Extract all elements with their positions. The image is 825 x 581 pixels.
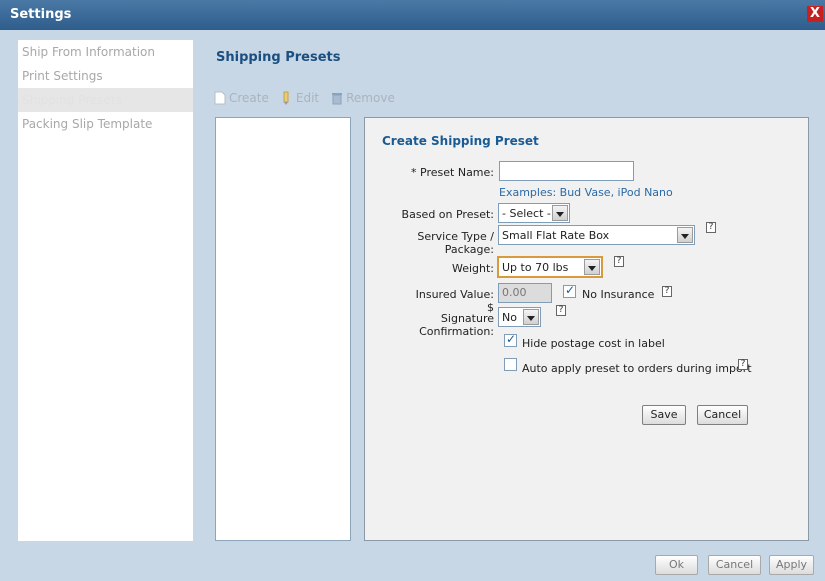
hide-postage-checkbox[interactable] — [504, 332, 517, 347]
form-cancel-button[interactable]: Cancel — [697, 405, 748, 425]
settings-sidebar: Ship From Information Print Settings Shi… — [18, 40, 193, 541]
close-icon[interactable]: X — [807, 6, 823, 22]
presets-list[interactable] — [215, 117, 351, 541]
pencil-icon — [283, 91, 289, 105]
preset-name-label: * Preset Name: — [400, 166, 494, 179]
remove-button[interactable]: Remove — [331, 90, 395, 106]
service-type-select[interactable]: Small Flat Rate Box — [498, 225, 695, 245]
sidebar-item-packing-slip[interactable]: Packing Slip Template — [18, 112, 193, 136]
hide-postage-label: Hide postage cost in label — [522, 337, 665, 350]
help-icon[interactable]: ? — [662, 286, 672, 297]
chevron-down-icon — [552, 205, 568, 221]
help-icon[interactable]: ? — [738, 359, 748, 370]
service-type-label: Service Type / Package: — [417, 230, 494, 256]
insured-value-label: Insured Value: $ — [415, 288, 494, 314]
chevron-down-icon — [584, 259, 600, 275]
remove-label: Remove — [346, 91, 395, 105]
weight-value: Up to 70 lbs — [502, 261, 569, 274]
create-label: Create — [229, 91, 269, 105]
based-on-value: - Select - — [502, 207, 551, 220]
sidebar-item-shipping-presets[interactable]: Shipping Presets — [18, 88, 193, 112]
service-type-value: Small Flat Rate Box — [502, 229, 610, 242]
form-title: Create Shipping Preset — [382, 134, 539, 148]
page-title: Shipping Presets — [216, 50, 341, 65]
signature-label: Signature Confirmation: — [419, 312, 494, 338]
sidebar-item-print-settings[interactable]: Print Settings — [18, 64, 193, 88]
trash-icon — [332, 93, 343, 105]
auto-apply-label: Auto apply preset to orders during impor… — [522, 362, 752, 375]
help-icon[interactable]: ? — [556, 305, 566, 316]
preset-name-label-text: * Preset Name: — [411, 166, 494, 179]
help-icon[interactable]: ? — [614, 256, 624, 267]
no-insurance-checkbox[interactable] — [563, 283, 576, 298]
window-title: Settings — [10, 7, 72, 22]
auto-apply-checkbox[interactable] — [504, 358, 517, 371]
chevron-down-icon — [677, 227, 693, 243]
weight-select[interactable]: Up to 70 lbs — [497, 256, 603, 278]
presets-toolbar: Create Edit Remove — [214, 90, 407, 106]
based-on-label: Based on Preset: — [401, 208, 494, 221]
preset-name-input[interactable] — [499, 161, 634, 181]
preset-name-hint: Examples: Bud Vase, iPod Nano — [499, 186, 673, 199]
save-button[interactable]: Save — [642, 405, 686, 425]
edit-label: Edit — [295, 91, 320, 105]
signature-select[interactable]: No — [498, 307, 541, 327]
signature-value: No — [502, 311, 517, 324]
help-icon[interactable]: ? — [706, 222, 716, 233]
dialog-cancel-button[interactable]: Cancel — [708, 555, 761, 575]
weight-label: Weight: — [451, 262, 494, 275]
no-insurance-label: No Insurance — [582, 288, 655, 301]
ok-button[interactable]: Ok — [655, 555, 698, 575]
window-titlebar: Settings X — [0, 0, 825, 30]
create-button[interactable]: Create — [214, 90, 269, 106]
chevron-down-icon — [523, 309, 539, 325]
sidebar-item-ship-from[interactable]: Ship From Information — [18, 40, 193, 64]
insured-value-input[interactable]: 0.00 — [498, 283, 552, 303]
based-on-select[interactable]: - Select - — [498, 203, 570, 223]
apply-button[interactable]: Apply — [769, 555, 814, 575]
document-icon — [214, 91, 226, 105]
edit-button[interactable]: Edit — [281, 90, 319, 106]
